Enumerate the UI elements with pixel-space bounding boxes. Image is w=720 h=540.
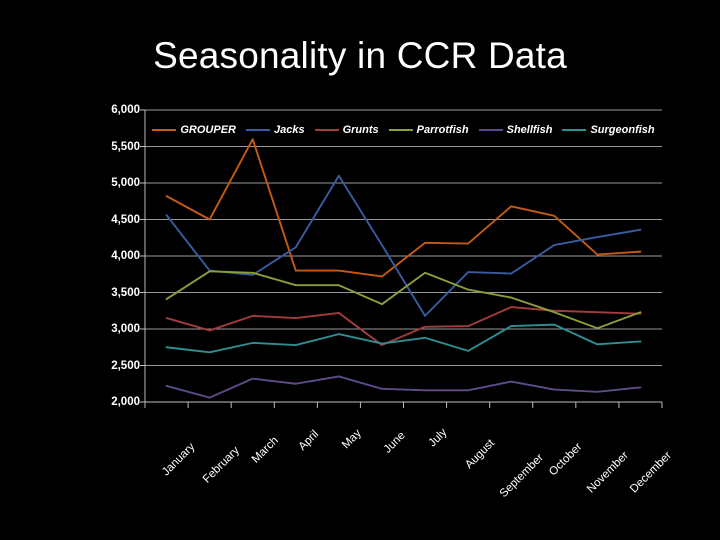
x-axis-tick-label: December bbox=[628, 449, 675, 496]
x-axis-label-group: January February March April May June July Augu… bbox=[0, 0, 720, 540]
x-axis-tick-label: April bbox=[296, 428, 322, 454]
slide-canvas: Seasonality in CCR Data 6,000 5,500 5,000 4… bbox=[0, 0, 720, 540]
x-axis-tick-label: July bbox=[426, 426, 450, 450]
x-axis-tick-label: October bbox=[547, 440, 585, 479]
x-axis-tick-label: May bbox=[339, 427, 364, 452]
x-axis-tick-label: March bbox=[249, 434, 281, 466]
x-axis-tick-label: August bbox=[463, 437, 498, 472]
x-axis-tick-label: February bbox=[200, 444, 242, 486]
x-axis-tick-label: September bbox=[497, 451, 547, 501]
x-axis-tick-label: June bbox=[381, 429, 408, 456]
x-axis-tick-label: January bbox=[159, 440, 198, 479]
x-axis-tick-label: November bbox=[585, 449, 632, 496]
